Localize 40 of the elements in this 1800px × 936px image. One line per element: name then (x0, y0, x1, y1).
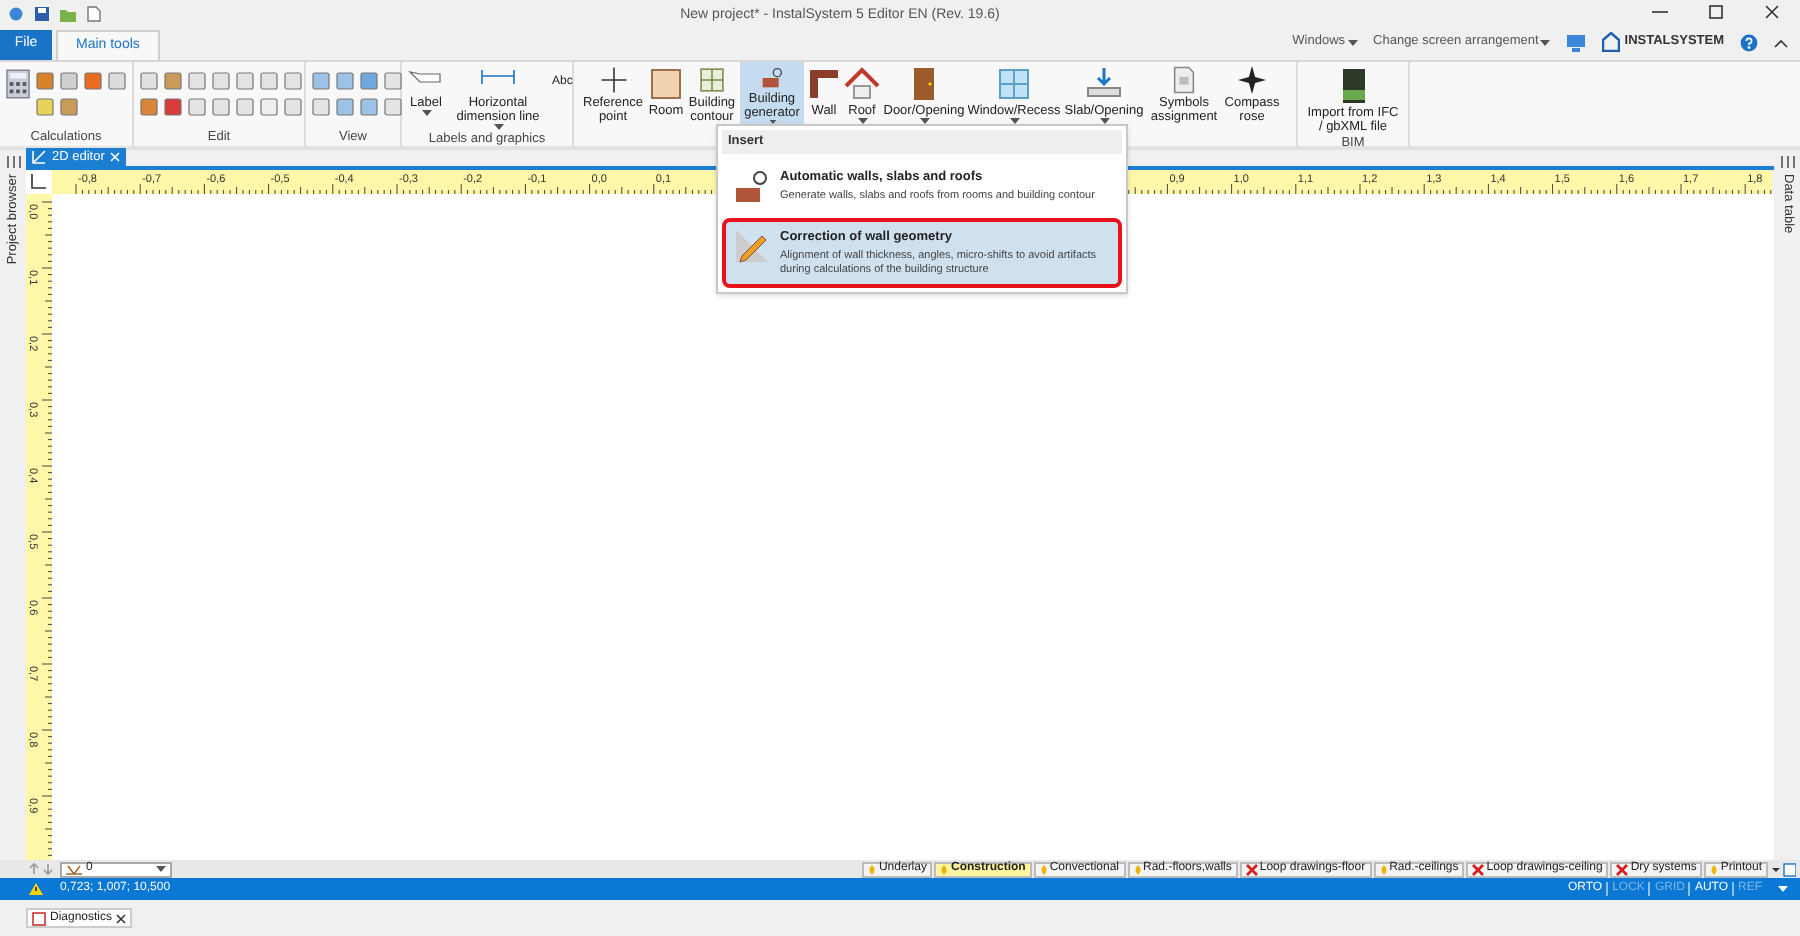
house-icon (1602, 32, 1621, 52)
help-icon[interactable] (1740, 33, 1758, 51)
document-icon[interactable] (86, 6, 102, 22)
caret-icon (1540, 39, 1551, 45)
wall-icon (806, 66, 842, 102)
file-import-icon (1341, 68, 1365, 104)
cross-icon (1472, 863, 1485, 875)
ruler-corner-icon (26, 170, 52, 194)
layers-menu-icon[interactable] (1772, 861, 1796, 877)
roof-icon (844, 66, 880, 102)
pencil-icon (734, 227, 770, 264)
bulb-icon (1133, 863, 1142, 875)
bulb-icon (940, 863, 949, 875)
collapse-icon[interactable] (1774, 37, 1788, 47)
caret-icon (1347, 39, 1358, 45)
save-icon[interactable] (34, 6, 50, 22)
cross-icon (1245, 863, 1258, 875)
bulb-icon (868, 863, 877, 875)
building-gear-icon (734, 167, 770, 204)
calculator-icon[interactable] (6, 68, 30, 100)
caret-icon[interactable] (1778, 886, 1788, 892)
bulb-icon (1710, 863, 1719, 875)
diagnostics-icon (32, 911, 46, 925)
bulb-icon (1039, 863, 1048, 875)
maximize-icon[interactable] (1708, 4, 1724, 20)
floor-plan-icon (694, 66, 730, 94)
compass-icon (1234, 66, 1270, 94)
layer-icon (66, 863, 82, 875)
slab-icon (1086, 66, 1122, 102)
monitor-icon[interactable] (1566, 33, 1587, 51)
room-icon (648, 66, 684, 102)
panel-icon[interactable] (5, 154, 21, 170)
panel-icon[interactable] (1779, 154, 1795, 170)
bulb-icon (1379, 863, 1388, 875)
warning-icon[interactable] (28, 882, 44, 896)
editor-icon (32, 150, 46, 164)
cross-icon (1616, 863, 1629, 875)
caret-icon (156, 866, 166, 872)
close-icon[interactable] (116, 913, 127, 923)
close-icon[interactable] (1764, 4, 1780, 20)
